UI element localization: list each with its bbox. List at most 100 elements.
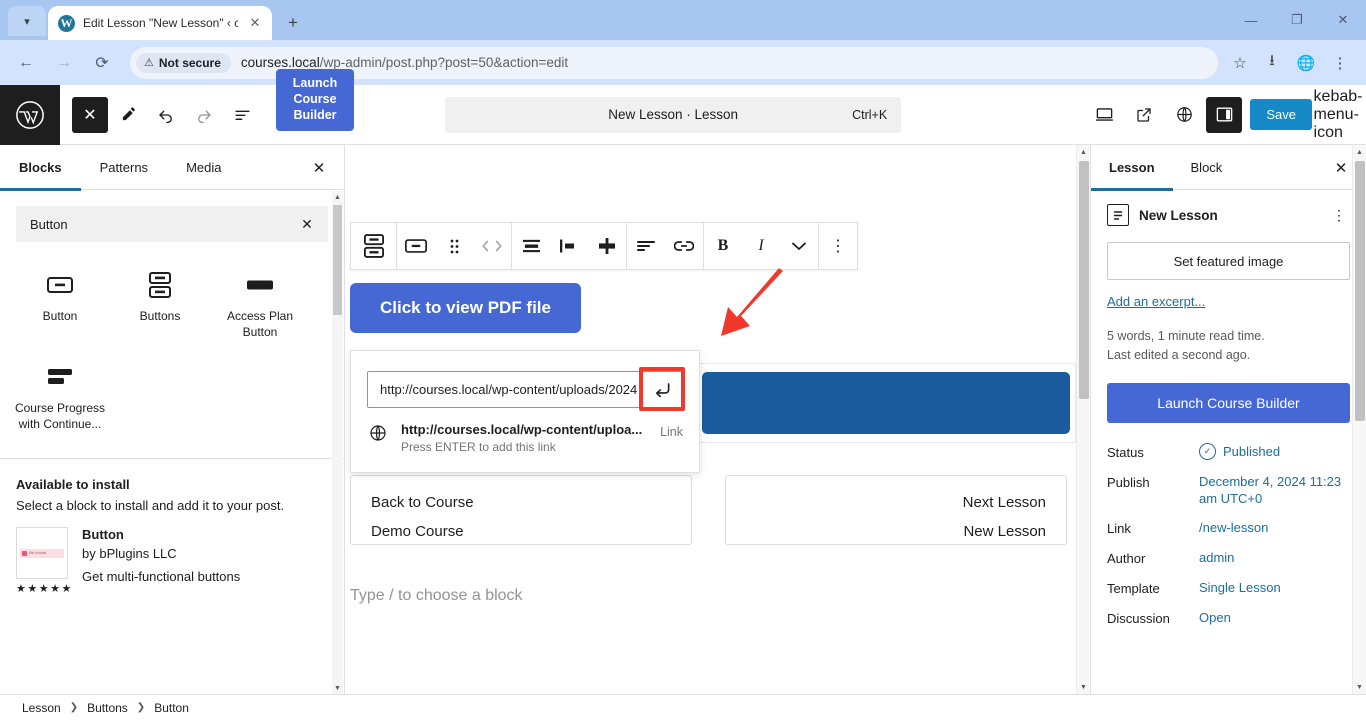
sidebar-scrollbar[interactable]: ▲ ▼ (1352, 145, 1366, 694)
download-icon[interactable]: ⭳ (1256, 47, 1288, 79)
empty-paragraph-placeholder[interactable]: Type / to choose a block (350, 587, 523, 605)
scroll-down-icon[interactable]: ▼ (332, 682, 343, 694)
search-input[interactable]: Button ✕ (16, 206, 328, 242)
settings-sidebar-toggle-icon[interactable] (1206, 96, 1243, 133)
preview-desktop-icon[interactable] (1086, 97, 1122, 133)
canvas-scrollbar-thumb[interactable] (1079, 161, 1089, 399)
breadcrumb-separator-icon: ❯ (136, 702, 146, 713)
tab-blocks[interactable]: Blocks (0, 145, 81, 191)
align-wide-icon[interactable] (512, 223, 550, 269)
back-icon[interactable]: ← (10, 47, 42, 79)
breadcrumb-item-button[interactable]: Button (154, 701, 189, 715)
globe-shield-extension-icon[interactable]: 🌐 (1290, 47, 1322, 79)
browser-menu-icon[interactable]: ⋮ (1324, 47, 1356, 79)
close-inserter-icon[interactable]: ✕ (72, 96, 108, 133)
back-to-course-card[interactable]: Back to Course Demo Course (350, 475, 692, 545)
sidebar-document-kebab-icon[interactable]: ⋮ (1328, 207, 1350, 224)
sidebar-close-icon[interactable]: ✕ (1328, 155, 1354, 181)
add-excerpt-link[interactable]: Add an excerpt... (1107, 294, 1205, 309)
row-template[interactable]: Template Single Lesson (1107, 573, 1350, 603)
set-featured-image-button[interactable]: Set featured image (1107, 242, 1350, 280)
select-parent-block-button[interactable] (351, 223, 397, 269)
row-publish-label: Publish (1107, 475, 1150, 490)
row-publish-value: December 4, 2024 11:23 am UTC+0 (1199, 474, 1342, 506)
list-view-outline-icon[interactable] (224, 97, 260, 133)
canvas-scroll-up-icon[interactable]: ▲ (1077, 145, 1090, 159)
align-center-cross-icon[interactable] (588, 223, 626, 269)
move-left-right-icon[interactable] (473, 223, 511, 269)
row-status[interactable]: Status ✓ Published (1107, 437, 1350, 467)
settings-sidebar: Lesson Block ✕ New Lesson ⋮ Set featured… (1090, 145, 1366, 694)
block-result-button[interactable]: Button (10, 260, 110, 352)
sidebar-scroll-down-icon[interactable]: ▼ (1353, 680, 1366, 694)
site-security-badge[interactable]: ⚠ Not secure (136, 52, 231, 73)
sidebar-scrollbar-thumb[interactable] (1355, 161, 1365, 421)
inserter-close-icon[interactable]: ✕ (306, 155, 332, 181)
browser-tab[interactable]: W Edit Lesson "New Lesson" ‹ cou ✕ (48, 6, 272, 40)
forward-icon[interactable]: → (48, 47, 80, 79)
reload-icon[interactable]: ⟳ (86, 47, 118, 79)
sidebar-scroll-up-icon[interactable]: ▲ (1353, 145, 1366, 159)
tab-media[interactable]: Media (167, 145, 240, 190)
breadcrumb-item-buttons[interactable]: Buttons (87, 701, 128, 715)
wordpress-logo-icon[interactable] (0, 84, 60, 145)
plugin-suggestion-row[interactable]: Get in touch ★★★★★ Button by bPlugins LL… (0, 513, 344, 595)
next-lesson-card[interactable]: Next Lesson New Lesson (725, 475, 1067, 545)
search-clear-icon[interactable]: ✕ (296, 216, 318, 233)
tab-search-button[interactable]: ▾ (8, 6, 46, 36)
toolbar-group-block (397, 223, 512, 269)
row-link-label: Link (1107, 521, 1131, 536)
word-count-text: 5 words, 1 minute read time. (1107, 329, 1265, 343)
tab-close-icon[interactable]: ✕ (246, 14, 264, 32)
inserter-scrollbar[interactable]: ▲ ▼ (332, 191, 343, 694)
redo-icon[interactable] (186, 97, 222, 133)
submit-link-icon[interactable] (647, 375, 677, 405)
tab-block[interactable]: Block (1173, 145, 1241, 190)
rocket-globe-plugin-icon[interactable] (1166, 97, 1202, 133)
window-close-icon[interactable]: ✕ (1320, 0, 1366, 40)
link-suggestion-item[interactable]: http://courses.local/wp-content/uploa...… (351, 408, 699, 472)
window-maximize-icon[interactable]: ❐ (1274, 0, 1320, 40)
block-result-label: Buttons (139, 309, 181, 323)
breadcrumb-item-lesson[interactable]: Lesson (22, 701, 61, 715)
window-minimize-icon[interactable]: — (1228, 0, 1274, 40)
new-tab-button[interactable]: + (280, 10, 306, 36)
align-left-inline-icon[interactable] (550, 223, 588, 269)
document-title-bar[interactable]: New Lesson · Lesson Ctrl+K (445, 96, 902, 133)
pdf-link-button[interactable]: Click to view PDF file (350, 283, 581, 333)
block-result-access-plan-button[interactable]: Access Plan Button (210, 260, 310, 352)
back-to-course-title: Back to Course (371, 494, 474, 511)
plugin-description: Get multi-functional buttons (82, 569, 241, 584)
canvas-scrollbar[interactable]: ▲ ▼ (1076, 145, 1090, 694)
access-plan-button-icon (214, 268, 306, 302)
row-publish[interactable]: Publish December 4, 2024 11:23 am UTC+0 (1107, 467, 1350, 513)
row-discussion-value: Open (1199, 610, 1231, 625)
tab-lesson[interactable]: Lesson (1091, 145, 1173, 191)
block-result-label: Button (42, 309, 78, 323)
block-result-course-progress[interactable]: Course Progress with Continue... (10, 352, 110, 444)
canvas-scroll-down-icon[interactable]: ▼ (1077, 680, 1090, 694)
row-discussion[interactable]: Discussion Open (1107, 603, 1350, 633)
block-type-button-icon[interactable] (397, 223, 435, 269)
editor-options-kebab-icon[interactable]: kebab-menu-icon (1314, 88, 1363, 141)
launch-course-builder-button[interactable]: Launch Course Builder (1107, 383, 1350, 423)
edit-mode-pencil-icon[interactable] (110, 97, 146, 133)
block-result-buttons[interactable]: Buttons (110, 260, 210, 352)
command-shortcut-hint: Ctrl+K (852, 107, 888, 122)
row-author[interactable]: Author admin (1107, 543, 1350, 573)
view-site-external-link-icon[interactable] (1126, 97, 1162, 133)
bookmark-star-icon[interactable]: ☆ (1226, 49, 1254, 77)
link-url-input[interactable]: http://courses.local/wp-content/uploads/… (367, 371, 683, 408)
plugin-info: Button by bPlugins LLC Get multi-functio… (82, 527, 328, 595)
text-align-icon[interactable] (627, 223, 665, 269)
drag-handle-icon[interactable] (435, 223, 473, 269)
block-options-kebab-icon[interactable]: ⋮ (819, 223, 857, 269)
scroll-up-icon[interactable]: ▲ (332, 191, 343, 203)
scrollbar-thumb[interactable] (333, 205, 342, 315)
blue-color-block[interactable] (702, 372, 1070, 434)
save-button[interactable]: Save (1250, 99, 1312, 130)
tab-patterns[interactable]: Patterns (81, 145, 167, 190)
undo-icon[interactable] (148, 97, 184, 133)
launch-course-builder-badge[interactable]: Launch Course Builder (276, 68, 354, 131)
row-link[interactable]: Link /new-lesson (1107, 513, 1350, 543)
